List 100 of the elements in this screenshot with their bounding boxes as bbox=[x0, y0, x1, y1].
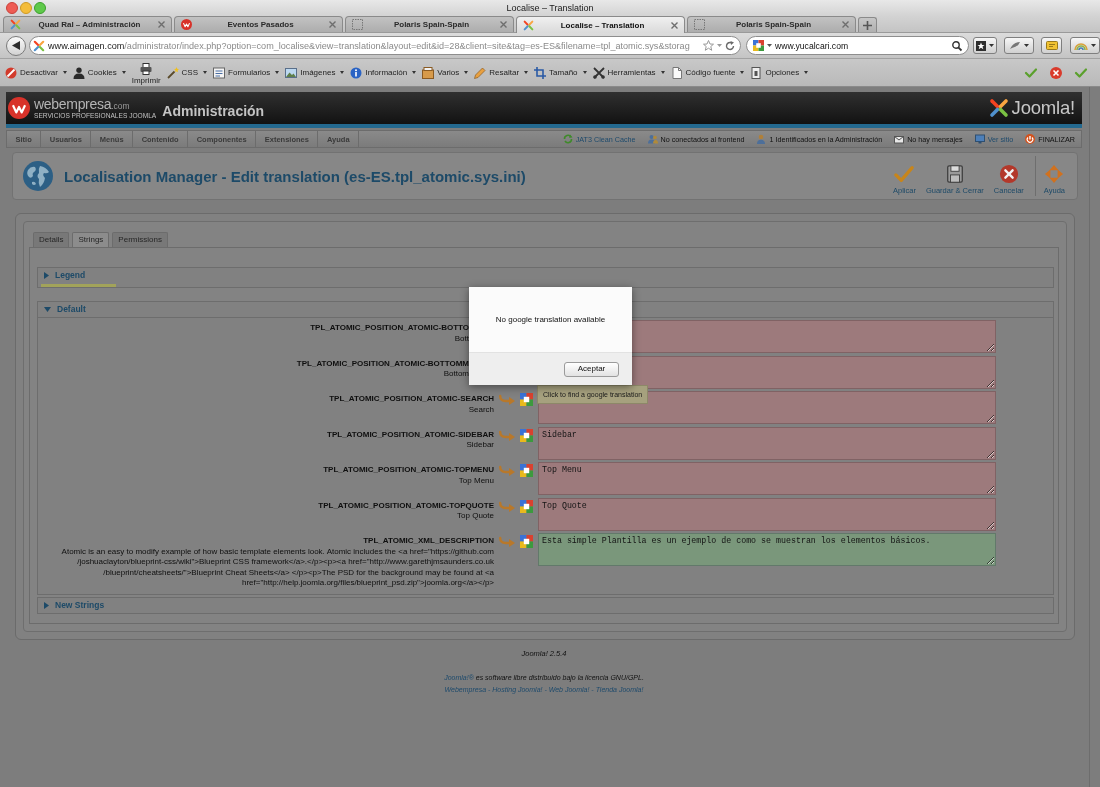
caret-icon bbox=[804, 71, 809, 74]
string-key: TPL_ATOMIC_POSITION_ATOMIC-BOTTOMM bbox=[40, 358, 469, 369]
info-icon bbox=[350, 66, 363, 79]
caret-icon bbox=[582, 71, 587, 74]
check-icon[interactable] bbox=[1075, 67, 1087, 78]
browser-tab[interactable]: Eventos Pasados bbox=[174, 16, 343, 32]
note-icon bbox=[1045, 41, 1058, 50]
check-icon bbox=[894, 163, 915, 184]
feather-menu-button[interactable] bbox=[1004, 37, 1034, 54]
dialog-message: No google translation available bbox=[495, 315, 606, 324]
close-tab-icon[interactable] bbox=[842, 21, 849, 28]
translation-field[interactable] bbox=[538, 391, 996, 424]
toolbar-menu-button[interactable]: Información bbox=[350, 66, 417, 79]
star-menu-button[interactable] bbox=[973, 37, 997, 54]
caret-icon bbox=[464, 71, 469, 74]
tab[interactable]: Details bbox=[33, 232, 70, 247]
feather-icon bbox=[1009, 41, 1021, 50]
magic-wand-icon bbox=[166, 66, 179, 79]
close-tab-icon[interactable] bbox=[671, 21, 678, 29]
logo-icon bbox=[181, 19, 192, 30]
document-icon bbox=[670, 66, 683, 79]
back-button[interactable] bbox=[6, 35, 26, 56]
tab[interactable]: Permissions bbox=[112, 232, 168, 247]
person-icon bbox=[72, 66, 85, 79]
window-title: Localise – Translation bbox=[506, 3, 594, 13]
browser-tab[interactable]: Polaris Spain-Spain bbox=[687, 16, 856, 32]
close-window-icon[interactable] bbox=[6, 2, 18, 14]
search-field[interactable]: www.yucalcari.com bbox=[746, 36, 969, 55]
star-icon[interactable] bbox=[703, 40, 714, 51]
globe-icon bbox=[23, 161, 53, 191]
browser-tab[interactable]: Quad Ral – Administración bbox=[3, 16, 172, 32]
cms-name: Joomla! bbox=[1011, 97, 1075, 119]
four-arrows-icon bbox=[1044, 163, 1065, 184]
caret-icon bbox=[717, 44, 722, 47]
note-button[interactable] bbox=[1041, 37, 1062, 54]
accept-button[interactable]: Aceptar bbox=[564, 361, 619, 377]
users-icon bbox=[647, 134, 658, 144]
google-icon[interactable] bbox=[520, 499, 533, 513]
caret-icon bbox=[275, 71, 280, 74]
star-icon bbox=[976, 40, 986, 51]
error-icon[interactable] bbox=[1050, 66, 1062, 79]
caret-icon bbox=[1024, 44, 1029, 47]
toolbar-menu-button[interactable]: Imprimir bbox=[131, 63, 161, 85]
address-field[interactable]: www.aimagen.com/administrator/index.php?option=com_localise&view=translation&layout=edit&id=28&client=site&tag=es-ES&filename=tpl_atomic.sys&storag bbox=[29, 36, 741, 55]
new-tab-button[interactable] bbox=[858, 17, 877, 32]
search-icon[interactable] bbox=[952, 40, 962, 51]
monitor-icon bbox=[974, 134, 985, 144]
translation-field[interactable]: Esta simple Plantilla es un ejemplo de como se muestran los elementos básicos. bbox=[538, 533, 996, 566]
google-icon[interactable] bbox=[520, 535, 533, 548]
toolbar-menu-button[interactable]: Código fuente bbox=[670, 66, 745, 79]
blank-page-icon bbox=[352, 19, 363, 30]
section-toggle[interactable]: New Strings bbox=[38, 597, 1053, 613]
toolbar-menu-button[interactable]: Herramientas bbox=[592, 66, 665, 79]
save-icon bbox=[944, 163, 965, 184]
close-tab-icon[interactable] bbox=[329, 21, 336, 28]
page-title: Localisation Manager - Edit translation (es-ES.tpl_atomic.sys.ini) bbox=[64, 167, 526, 185]
translation-field[interactable]: Sidebar bbox=[538, 426, 996, 460]
tab[interactable]: Strings bbox=[72, 232, 110, 247]
toolbar-menu-button[interactable]: Resaltar bbox=[474, 66, 529, 79]
check-icon[interactable] bbox=[1025, 67, 1037, 78]
toolbar-menu-button[interactable]: Tamaño bbox=[534, 66, 587, 79]
toolbar-menu-button[interactable]: CSS bbox=[166, 66, 208, 79]
rainbow-menu-button[interactable] bbox=[1070, 37, 1100, 54]
logo-icon bbox=[33, 39, 45, 52]
toolbar-menu-button[interactable]: Varios bbox=[422, 66, 469, 79]
form-icon bbox=[213, 66, 226, 79]
google-icon[interactable] bbox=[520, 393, 533, 406]
close-tab-icon[interactable] bbox=[158, 21, 165, 28]
translation-field[interactable]: Top Quote bbox=[538, 497, 996, 531]
reload-icon[interactable] bbox=[725, 40, 735, 51]
rainbow-icon bbox=[1074, 41, 1088, 50]
caret-icon bbox=[740, 71, 745, 74]
brand-domain: .com bbox=[111, 102, 130, 111]
toolbar-menu-button[interactable]: Imágenes bbox=[285, 66, 345, 79]
toolbar-menu-button[interactable]: Desactivar bbox=[5, 66, 67, 79]
string-key: TPL_ATOMIC_POSITION_ATOMIC-TOPQUOTE bbox=[40, 500, 494, 511]
string-key: TPL_ATOMIC_POSITION_ATOMIC-BOTTO bbox=[40, 323, 469, 334]
power-icon bbox=[1025, 134, 1036, 144]
user-icon bbox=[756, 134, 767, 144]
browser-tab[interactable]: Polaris Spain-Spain bbox=[345, 16, 514, 32]
box-icon bbox=[422, 66, 435, 79]
string-key: TPL_ATOMIC_POSITION_ATOMIC-TOPMENU bbox=[40, 465, 494, 476]
minimize-window-icon[interactable] bbox=[20, 2, 32, 14]
toolbar-menu-button[interactable]: Opciones bbox=[750, 66, 809, 79]
google-icon[interactable] bbox=[520, 428, 533, 442]
caret-icon bbox=[203, 71, 208, 74]
browser-tab[interactable]: Localise – Translation bbox=[516, 16, 685, 33]
frame-icon bbox=[750, 66, 763, 79]
string-source: Atomic is an easy to modify example of how basic template elements look. Atomic includes the <a href="https://github.com /joshuaclayton/blueprint-css/wiki">Blueprint CSS framework</a>.</p><p><a href="http://www.garethjmsaunders.co.uk /blueprint/cheatsheets/">Blueprint Cheat Sheets</a> </p><p>The PSD for the background may be found at <a href="http://help.joomla.org/files/blueprint_psd.zip">joomla.org</a></p> bbox=[60, 546, 494, 589]
string-source: Sidebar bbox=[465, 440, 494, 451]
toolbar-menu-button[interactable]: Cookies bbox=[72, 66, 126, 79]
zoom-window-icon[interactable] bbox=[34, 2, 46, 14]
refresh-icon bbox=[562, 134, 573, 144]
section-toggle[interactable]: Legend bbox=[38, 268, 1053, 283]
translation-field[interactable]: Top Menu bbox=[538, 462, 996, 495]
blank-page-icon bbox=[694, 19, 705, 30]
google-icon[interactable] bbox=[520, 464, 533, 477]
toolbar-menu-button[interactable]: Formularios bbox=[213, 66, 280, 79]
close-tab-icon[interactable] bbox=[500, 21, 507, 28]
caret-icon bbox=[1091, 44, 1096, 47]
